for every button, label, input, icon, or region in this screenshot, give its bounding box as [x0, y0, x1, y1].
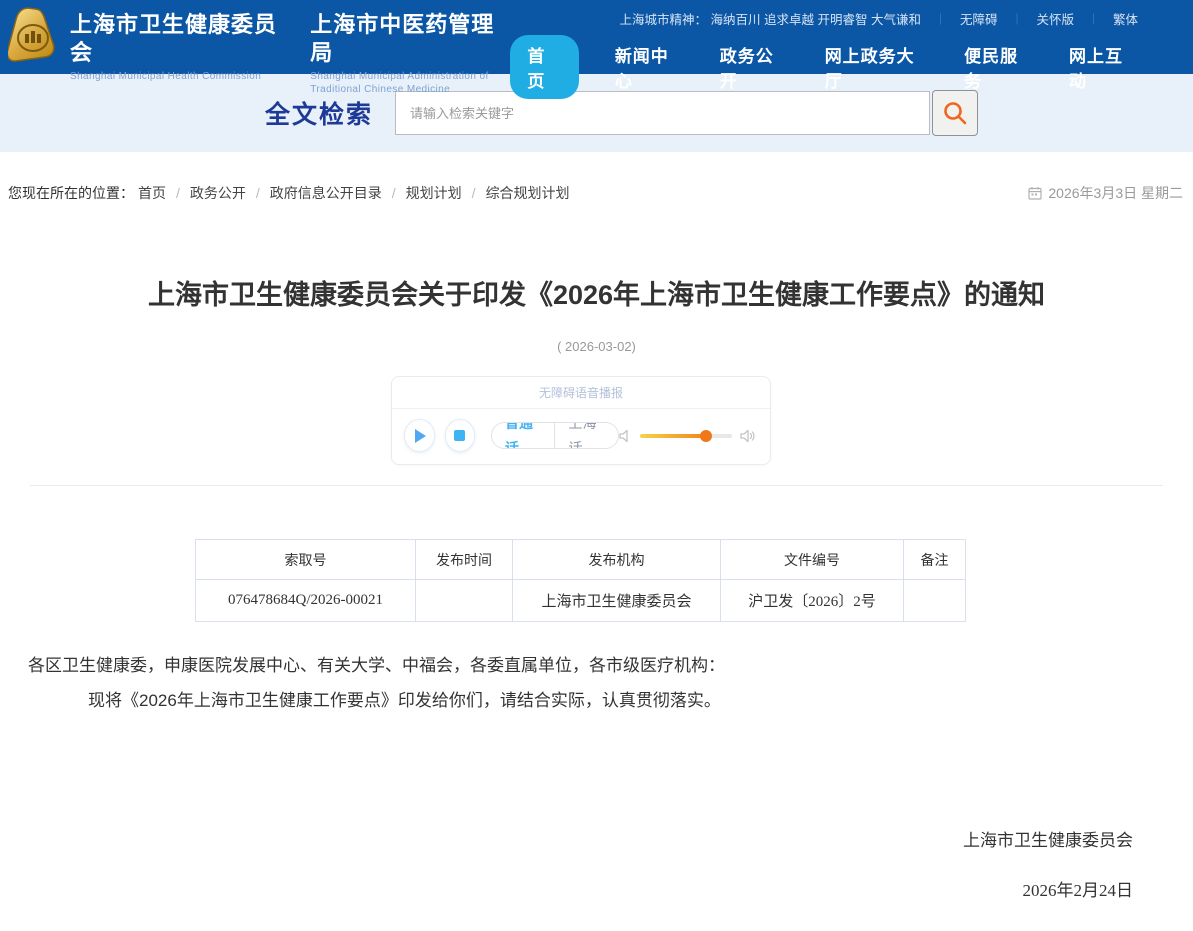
stop-icon — [454, 430, 465, 441]
org1-title: 上海市卫生健康委员会 — [70, 11, 292, 67]
city-motto: 上海城市精神： 海纳百川 追求卓越 开明睿智 大气谦和 — [620, 9, 921, 28]
traditional-chinese-link[interactable]: 繁体 — [1113, 9, 1138, 28]
crumb-info-directory[interactable]: 政府信息公开目录 — [270, 183, 382, 203]
calendar-icon — [1028, 186, 1042, 200]
org-tcm-administration: 上海市中医药管理局 Shanghai Municipal Administrat… — [310, 11, 510, 96]
language-toggle: 普通话 上海话 — [491, 422, 619, 449]
publisher-value: 上海市卫生健康委员会 — [513, 580, 721, 622]
document-meta-table: 索取号 发布时间 发布机构 文件编号 备注 076478684Q/2026-00… — [195, 539, 966, 622]
stop-button[interactable] — [445, 419, 476, 452]
current-date: 2026年3月3日 星期二 — [1028, 183, 1183, 203]
col-publish-time: 发布时间 — [416, 540, 513, 580]
audio-player-title: 无障碍语音播报 — [392, 377, 770, 409]
site-header: 上海市卫生健康委员会 Shanghai Municipal Health Com… — [0, 0, 1193, 74]
article-date: ( 2026-03-02) — [0, 339, 1193, 354]
crumb-home[interactable]: 首页 — [138, 183, 166, 203]
site-logo-icon — [8, 7, 58, 65]
article-title: 上海市卫生健康委员会关于印发《2026年上海市卫生健康工作要点》的通知 — [147, 273, 1047, 317]
header-right: 上海城市精神： 海纳百川 追求卓越 开明睿智 大气谦和 ｜ 无障碍 ｜ 关怀版 … — [510, 0, 1193, 74]
doc-no-value: 沪卫发〔2026〕2号 — [721, 580, 904, 622]
org1-subtitle: Shanghai Municipal Health Commission — [70, 70, 292, 83]
crumb-gov-affairs[interactable]: 政务公开 — [190, 183, 246, 203]
meta-header-row: 索取号 发布时间 发布机构 文件编号 备注 — [196, 540, 966, 580]
org2-title: 上海市中医药管理局 — [310, 11, 510, 67]
publish-time-value — [416, 580, 513, 622]
breadcrumb: 您现在所在的位置： 首页 / 政务公开 / 政府信息公开目录 / 规划计划 / … — [8, 183, 574, 203]
mandarin-option[interactable]: 普通话 — [492, 422, 555, 449]
volume-low-icon — [619, 429, 632, 443]
nav-home[interactable]: 首页 — [510, 35, 578, 99]
signature-date: 2026年2月24日 — [0, 876, 1133, 931]
volume-control — [619, 429, 756, 443]
topbar-separator: ｜ — [935, 11, 946, 27]
breadcrumb-row: 您现在所在的位置： 首页 / 政务公开 / 政府信息公开目录 / 规划计划 / … — [0, 152, 1193, 221]
crumb-planning[interactable]: 规划计划 — [406, 183, 462, 203]
col-publisher: 发布机构 — [513, 540, 721, 580]
nav-online-service-hall[interactable]: 网上政务大厅 — [825, 42, 928, 92]
care-version-link[interactable]: 关怀版 — [1036, 9, 1074, 28]
org-titles: 上海市卫生健康委员会 Shanghai Municipal Health Com… — [70, 7, 510, 96]
nav-news-center[interactable]: 新闻中心 — [615, 42, 684, 92]
volume-slider[interactable] — [640, 434, 732, 438]
breadcrumb-prefix: 您现在所在的位置： — [8, 183, 134, 203]
nav-online-interaction[interactable]: 网上互动 — [1069, 42, 1138, 92]
content-divider — [30, 485, 1163, 486]
col-index-no: 索取号 — [196, 540, 416, 580]
accessibility-link[interactable]: 无障碍 — [960, 9, 998, 28]
nav-gov-affairs[interactable]: 政务公开 — [720, 42, 789, 92]
org2-subtitle: Shanghai Municipal Administration of Tra… — [310, 70, 510, 96]
brand-area: 上海市卫生健康委员会 Shanghai Municipal Health Com… — [0, 0, 510, 74]
crumb-comprehensive-planning[interactable]: 综合规划计划 — [486, 183, 570, 203]
remark-value — [904, 580, 966, 622]
play-button[interactable] — [404, 419, 435, 452]
volume-fill — [640, 434, 706, 438]
volume-high-icon — [740, 429, 756, 443]
body-line-1: 各区卫生健康委，申康医院发展中心、有关大学、中福会，各委直属单位，各市级医疗机构… — [28, 648, 1193, 683]
col-remark: 备注 — [904, 540, 966, 580]
signature-org: 上海市卫生健康委员会 — [0, 826, 1133, 851]
article-signature: 上海市卫生健康委员会 2026年2月24日 — [0, 826, 1193, 931]
audio-player: 无障碍语音播报 普通话 上海话 — [391, 376, 771, 465]
main-nav: 首页 新闻中心 政务公开 网上政务大厅 便民服务 网上互动 — [510, 35, 1138, 99]
index-no-value: 076478684Q/2026-00021 — [196, 580, 416, 622]
body-line-2: 现将《2026年上海市卫生健康工作要点》印发给你们，请结合实际，认真贯彻落实。 — [28, 683, 1193, 718]
current-date-text: 2026年3月3日 星期二 — [1048, 183, 1183, 203]
search-icon — [942, 100, 968, 126]
topbar-separator: ｜ — [1011, 11, 1022, 27]
volume-knob[interactable] — [700, 430, 712, 442]
shanghainese-option[interactable]: 上海话 — [555, 422, 617, 449]
full-text-search-label: 全文检索 — [265, 95, 373, 131]
topbar: 上海城市精神： 海纳百川 追求卓越 开明睿智 大气谦和 ｜ 无障碍 ｜ 关怀版 … — [620, 9, 1138, 28]
col-doc-no: 文件编号 — [721, 540, 904, 580]
play-icon — [415, 429, 426, 443]
audio-player-controls: 普通话 上海话 — [392, 409, 770, 464]
nav-public-service[interactable]: 便民服务 — [964, 42, 1033, 92]
org-health-commission: 上海市卫生健康委员会 Shanghai Municipal Health Com… — [70, 11, 292, 96]
meta-value-row: 076478684Q/2026-00021 上海市卫生健康委员会 沪卫发〔202… — [196, 580, 966, 622]
article-body: 各区卫生健康委，申康医院发展中心、有关大学、中福会，各委直属单位，各市级医疗机构… — [0, 648, 1193, 718]
topbar-separator: ｜ — [1088, 11, 1099, 27]
